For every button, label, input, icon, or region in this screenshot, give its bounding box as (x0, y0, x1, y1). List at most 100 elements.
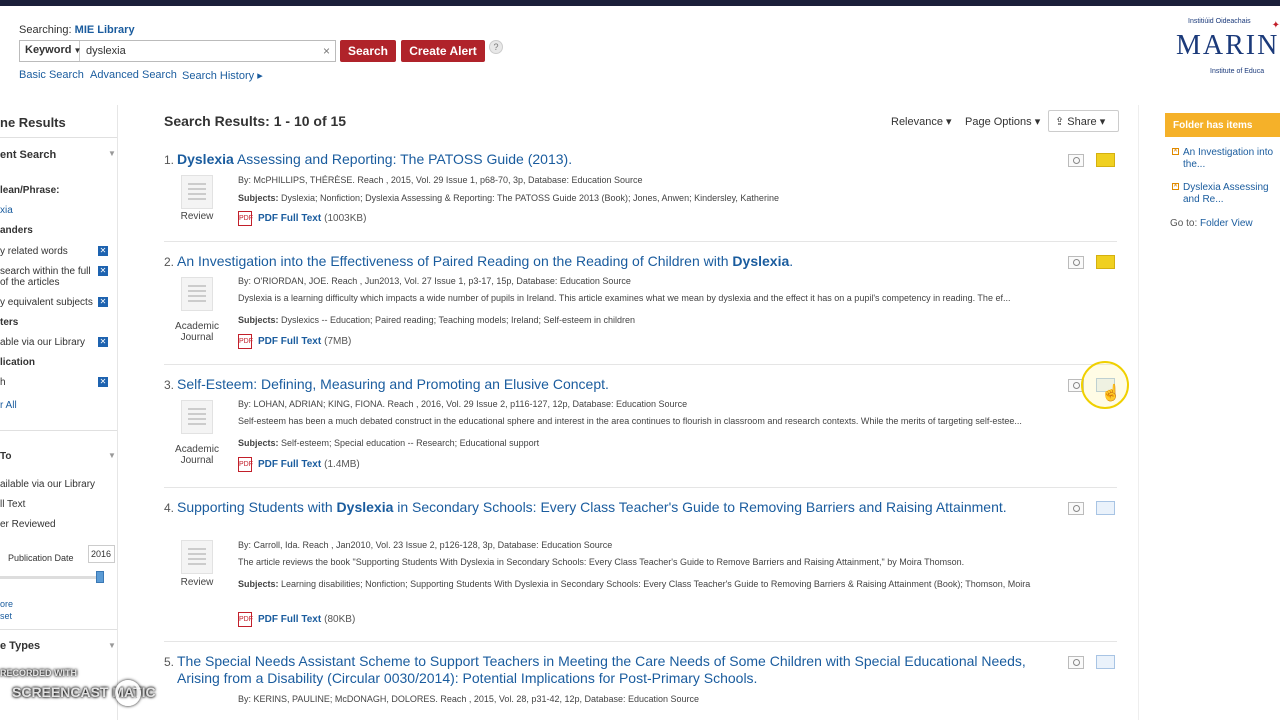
share-icon: ⇪ (1055, 116, 1068, 128)
document-icon[interactable] (181, 400, 213, 434)
remove-icon: ✕ (1172, 148, 1179, 155)
folder-goto: Go to: Folder View (1170, 218, 1253, 229)
chevron-down-icon[interactable]: ▼ (108, 451, 116, 460)
publication-label: lication (0, 357, 36, 368)
remove-icon: ✕ (1172, 183, 1179, 190)
result-subjects: Subjects: Dyslexia; Nonfiction; Dyslexia… (238, 193, 779, 203)
pdf-icon: PDF (238, 334, 253, 349)
preview-icon[interactable] (1068, 256, 1084, 269)
remove-icon[interactable]: ✕ (98, 297, 108, 307)
searching-label: Searching: MIE Library (19, 24, 135, 36)
result-subjects: Subjects: Learning disabilities; Nonfict… (238, 579, 1031, 589)
relevance-dropdown[interactable]: Relevance ▾ (891, 115, 952, 128)
limit-to-header[interactable]: To (0, 451, 11, 462)
result-title-link[interactable]: An Investigation into the Effectiveness … (177, 253, 1037, 270)
page-options-dropdown[interactable]: Page Options ▾ (965, 115, 1040, 128)
source-types-header[interactable]: e Types (0, 640, 40, 652)
create-alert-button[interactable]: Create Alert (401, 40, 485, 62)
limit-option[interactable]: er Reviewed (0, 519, 56, 530)
boolean-phrase-value[interactable]: xia (0, 205, 13, 216)
folder-view-link[interactable]: Folder View (1200, 218, 1253, 229)
share-button[interactable]: ⇪ Share ▾ (1048, 110, 1119, 132)
add-to-folder-icon[interactable] (1096, 655, 1115, 669)
search-box[interactable]: Keyword ▼ dyslexia × (19, 40, 336, 62)
result-abstract: Self-esteem has been a much debated cons… (238, 416, 1022, 426)
result-title-link[interactable]: Dyslexia Assessing and Reporting: The PA… (177, 151, 1037, 168)
search-field-select[interactable]: Keyword ▼ (20, 41, 82, 61)
publication-item: h (0, 377, 6, 388)
folder-icon[interactable] (1096, 153, 1115, 167)
institution-logo: Institiúid Oideachais ✦ MARINO Institute… (1176, 18, 1280, 75)
result-meta: By: Carroll, Ida. Reach , Jan2010, Vol. … (238, 540, 613, 550)
pdf-icon: PDF (238, 211, 253, 226)
result-meta: By: LOHAN, ADRIAN; KING, FIONA. Reach , … (238, 399, 688, 409)
top-bar (0, 0, 1280, 6)
limit-option[interactable]: ailable via our Library (0, 479, 95, 490)
chevron-down-icon: ▼ (73, 46, 82, 55)
result-meta: By: KERINS, PAULINE; McDONAGH, DOLORES. … (238, 694, 700, 704)
result-abstract: The article reviews the book "Supporting… (238, 557, 965, 567)
search-button[interactable]: Search (340, 40, 396, 62)
advanced-search-link[interactable]: Advanced Search (90, 69, 177, 81)
current-search-header[interactable]: ent Search (0, 149, 56, 161)
publication-type: Academic Journal (175, 321, 219, 343)
result-title-link[interactable]: Self-Esteem: Defining, Measuring and Pro… (177, 376, 1037, 393)
result-subjects: Subjects: Self-esteem; Special education… (238, 438, 540, 448)
publication-type: Academic Journal (175, 444, 219, 466)
pdf-link[interactable]: PDF PDF Full Text (7MB) (238, 334, 351, 349)
hand-cursor-icon: ☝ (1101, 385, 1121, 402)
document-icon[interactable] (181, 277, 213, 311)
document-icon[interactable] (181, 540, 213, 574)
results-title: Search Results: 1 - 10 of 15 (164, 113, 347, 129)
preview-icon[interactable] (1068, 502, 1084, 515)
preview-icon[interactable] (1068, 154, 1084, 167)
pdf-link[interactable]: PDF PDF Full Text (1003KB) (238, 211, 366, 226)
refine-sidebar: ne Results ent Search ▼ lean/Phrase: xia… (0, 105, 118, 720)
remove-icon[interactable]: ✕ (98, 337, 108, 347)
help-icon[interactable]: ? (489, 40, 503, 54)
expander-item: of the articles (0, 277, 60, 288)
publication-type: Review (180, 211, 214, 222)
date-slider-handle[interactable] (96, 571, 104, 583)
screencast-watermark: RECORDED WITH SCREENCAST MATIC (0, 668, 200, 708)
add-to-folder-icon[interactable] (1096, 501, 1115, 515)
result-meta: By: O'RIORDAN, JOE. Reach , Jun2013, Vol… (238, 276, 631, 286)
search-input[interactable]: dyslexia (86, 45, 126, 57)
publication-date-input[interactable]: 2016 (88, 545, 115, 563)
result-title-link[interactable]: The Special Needs Assistant Scheme to Su… (177, 653, 1037, 687)
pdf-icon: PDF (238, 457, 253, 472)
clear-all-link[interactable]: r All (0, 400, 17, 411)
limiter-item: able via our Library (0, 337, 86, 348)
pdf-link[interactable]: PDF PDF Full Text (80KB) (238, 612, 355, 627)
chevron-down-icon[interactable]: ▼ (108, 641, 116, 650)
publication-type: Review (180, 577, 214, 588)
pdf-link[interactable]: PDF PDF Full Text (1.4MB) (238, 457, 360, 472)
limit-option[interactable]: ll Text (0, 499, 25, 510)
expanders-label: anders (0, 225, 33, 236)
result-title-link[interactable]: Supporting Students with Dyslexia in Sec… (177, 499, 1037, 516)
clear-icon[interactable]: × (323, 44, 330, 58)
result-abstract: Dyslexia is a learning difficulty which … (238, 293, 1011, 303)
remove-icon[interactable]: ✕ (98, 377, 108, 387)
refine-title: ne Results (0, 115, 66, 130)
date-slider-track[interactable] (0, 576, 104, 579)
chevron-down-icon[interactable]: ▼ (108, 149, 116, 158)
pdf-icon: PDF (238, 612, 253, 627)
result-subjects: Subjects: Dyslexics -- Education; Paired… (238, 315, 636, 325)
basic-search-link[interactable]: Basic Search (19, 69, 84, 81)
record-icon (115, 680, 141, 706)
folder-panel-header[interactable]: Folder has items (1165, 113, 1280, 137)
search-history-link[interactable]: Search History ▸ (182, 69, 263, 82)
expander-item: y related words (0, 246, 68, 257)
reset-link[interactable]: set (0, 611, 12, 621)
expander-item: y equivalent subjects (0, 297, 93, 308)
remove-icon[interactable]: ✕ (98, 266, 108, 276)
database-name[interactable]: MIE Library (75, 24, 135, 36)
remove-icon[interactable]: ✕ (98, 246, 108, 256)
limiters-label: ters (0, 317, 19, 328)
preview-icon[interactable] (1068, 656, 1084, 669)
show-more-link[interactable]: ore (0, 599, 13, 609)
folder-icon[interactable] (1096, 255, 1115, 269)
boolean-phrase-label: lean/Phrase: (0, 185, 60, 196)
document-icon[interactable] (181, 175, 213, 209)
